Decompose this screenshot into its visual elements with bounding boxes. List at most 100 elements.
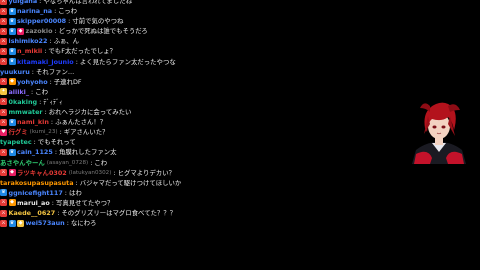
chat-username[interactable]: zazokio	[26, 26, 53, 36]
chat-username[interactable]: cain_1125	[17, 147, 53, 157]
chat-message: ⚔ 0kaking : ﾃﾞｨﾃﾞｨ	[0, 97, 360, 107]
sword-icon: ⚔	[0, 108, 7, 116]
badge-group: ⚔ ◆	[0, 169, 17, 177]
chat-username[interactable]: wei573aun	[26, 218, 65, 228]
heart-icon: ♥	[0, 128, 7, 136]
chat-username[interactable]: yohyoho	[17, 77, 48, 87]
bits-badge-icon: ◆	[8, 199, 16, 207]
sword-icon: ⚔	[0, 118, 7, 126]
badge-group: ♛	[0, 189, 9, 197]
chat-message: あさやんやーん (asayan_0728) : こわ	[0, 158, 360, 168]
chat-username[interactable]: nami_kin	[17, 117, 49, 127]
sword-icon: ⚔	[0, 148, 7, 156]
sword-icon: ⚔	[0, 0, 7, 5]
chat-message-text: : こわ	[31, 87, 48, 96]
chat-message-text: : なにわろ	[66, 219, 97, 228]
chat-username[interactable]: skipper00008	[17, 16, 66, 26]
sword-icon: ⚔	[0, 209, 7, 217]
prime-crown-icon: ♛	[8, 27, 16, 35]
badge-group: ⚔ ♛ ◆	[0, 27, 26, 35]
bits-badge-icon: ◆	[17, 219, 24, 227]
prime-crown-icon: ♛	[0, 189, 7, 197]
chat-message-text: : でもF太だったでしょ？	[44, 47, 117, 56]
prime-crown-icon: ♛	[8, 148, 16, 156]
prime-crown-icon: ♛	[8, 48, 16, 56]
sword-icon: ⚔	[0, 17, 7, 25]
chat-message-text: : バジャマだって駆けつけてほしいか	[75, 178, 182, 187]
chat-username[interactable]: yuukuru	[0, 67, 30, 77]
chat-message-text: : でもそれって	[33, 138, 76, 147]
sword-icon: ⚔	[0, 27, 7, 35]
badge-group: ⚔	[0, 0, 9, 5]
badge-group: ⚔ ♛	[0, 7, 17, 15]
chat-username[interactable]: kitamaki_jounio	[17, 57, 74, 67]
chat-message: ⚔ ♛ narina_na : こっわ	[0, 6, 360, 16]
bits-badge-icon: ◆	[17, 27, 24, 35]
chat-message: ⚔ ♛ ◆ wei573aun : なにわろ	[0, 218, 360, 228]
chat-message-text: : はわ	[64, 188, 82, 197]
sword-icon: ⚔	[0, 7, 7, 15]
chat-username[interactable]: ラツキャん0302	[17, 168, 67, 178]
chat-message-text: : やなちゃんは言われてましたね	[39, 0, 132, 5]
chat-message-text: : 写真見せてたやつ？	[51, 198, 114, 207]
chat-username[interactable]: narina_na	[17, 6, 52, 16]
chat-message-text: : 子連れDF	[49, 77, 82, 86]
badge-group: ⚔ ♛	[0, 118, 17, 126]
chat-message-text: : ふぁ、ん	[49, 37, 80, 46]
prime-crown-icon: ♛	[8, 118, 16, 126]
chat-username[interactable]: 0kaking	[9, 97, 38, 107]
sword-icon: ⚔	[0, 48, 7, 56]
chat-message: ⚔ ♛ cain_1125 : 角膜れしたファン太	[0, 147, 360, 157]
chat-message: tarakosupasupasuta : バジャマだって駆けつけてほしいか	[0, 178, 360, 188]
chat-username[interactable]: n_mikii	[17, 46, 42, 56]
chat-message-text: : 角膜れしたファン太	[54, 148, 117, 157]
chat-username[interactable]: ggnicefight117	[9, 188, 63, 198]
chat-message: ⚔ ◆ yohyoho : 子連れDF	[0, 77, 360, 87]
chat-message: ⚔ ◆ ラツキャん0302 (latukyan0302) : ヒグマよりデカい？	[0, 168, 360, 178]
vtuber-avatar	[412, 102, 466, 164]
chat-username[interactable]: 行グミ	[9, 127, 28, 137]
chat-username[interactable]: tarakosupasupasuta	[0, 178, 74, 188]
chat-message-text: : こわ	[90, 158, 108, 167]
chat-username[interactable]: ishimiko22	[9, 36, 48, 46]
badge-group: ⚔	[0, 209, 9, 217]
chat-message: ⚔ ♛ ◆ zazokio : どっかで死ぬは誰でもそうだろ	[0, 26, 360, 36]
sword-icon: ⚔	[0, 58, 7, 66]
prime-crown-icon: ♛	[8, 219, 16, 227]
badge-group: ⚔	[0, 98, 9, 106]
chat-message-text: : どっかで死ぬは誰でもそうだろ	[54, 27, 148, 36]
chat-message: ♛ ggnicefight117 : はわ	[0, 188, 360, 198]
chat-username[interactable]: mmwater	[9, 107, 43, 117]
chat-message-text: : ふぁんたさん！？	[50, 118, 107, 127]
chat-message: ⚔ Kaede__0627 : そのグリズリーはマグロ食べてた？？？	[0, 208, 360, 218]
chat-username[interactable]: Kaede__0627	[9, 208, 56, 218]
chat-username[interactable]: marui_ao	[17, 198, 50, 208]
chat-message-text: : 寸前で気のやつね	[68, 17, 124, 26]
badge-group: ⚔ ◆	[0, 78, 17, 86]
badge-group: ⚔ ♛ ◆	[0, 219, 26, 227]
chat-message: ♥ 行グミ (kumi_23) : ギアさんいた？	[0, 127, 360, 137]
badge-group: ⚔ ♛	[0, 17, 17, 25]
chat-message: ⚔ ♛ nami_kin : ふぁんたさん！？	[0, 117, 360, 127]
chat-log[interactable]: ⚔ yuigana : やなちゃんは言われてましたね ⚔ ♛ narina_na …	[0, 0, 360, 228]
chat-message: ⚔ ◆ marui_ao : 写真見せてたやつ？	[0, 198, 360, 208]
chat-message-text: : ギアさんいた？	[59, 128, 109, 137]
chat-message: ⚔ ♛ skipper00008 : 寸前で気のやつね	[0, 16, 360, 26]
badge-group: ⚔ ♛	[0, 58, 17, 66]
badge-group: ⚔ ◆	[0, 199, 17, 207]
chat-username[interactable]: tyapetec	[0, 137, 32, 147]
sword-icon: ⚔	[0, 219, 7, 227]
sword-icon: ⚔	[0, 169, 7, 177]
badge-group: ⚔	[0, 108, 9, 116]
chat-username[interactable]: aliiki_	[9, 87, 30, 97]
badge-group: ⚔	[0, 37, 9, 45]
bits-badge-icon: ◆	[8, 78, 16, 86]
chat-login-name: (latukyan0302)	[68, 169, 112, 176]
chat-username[interactable]: あさやんやーん	[0, 158, 45, 168]
sword-icon: ⚔	[0, 78, 7, 86]
chat-message-text: : おれヘラジカに会ってみたい	[44, 108, 132, 117]
prime-crown-icon: ♛	[8, 7, 16, 15]
badge-group: ⚔ ♛	[0, 48, 17, 56]
badge-group: ✦	[0, 88, 9, 96]
chat-message: ⚔ ♛ kitamaki_jounio : よく見たらファン太だったやつな	[0, 57, 360, 67]
